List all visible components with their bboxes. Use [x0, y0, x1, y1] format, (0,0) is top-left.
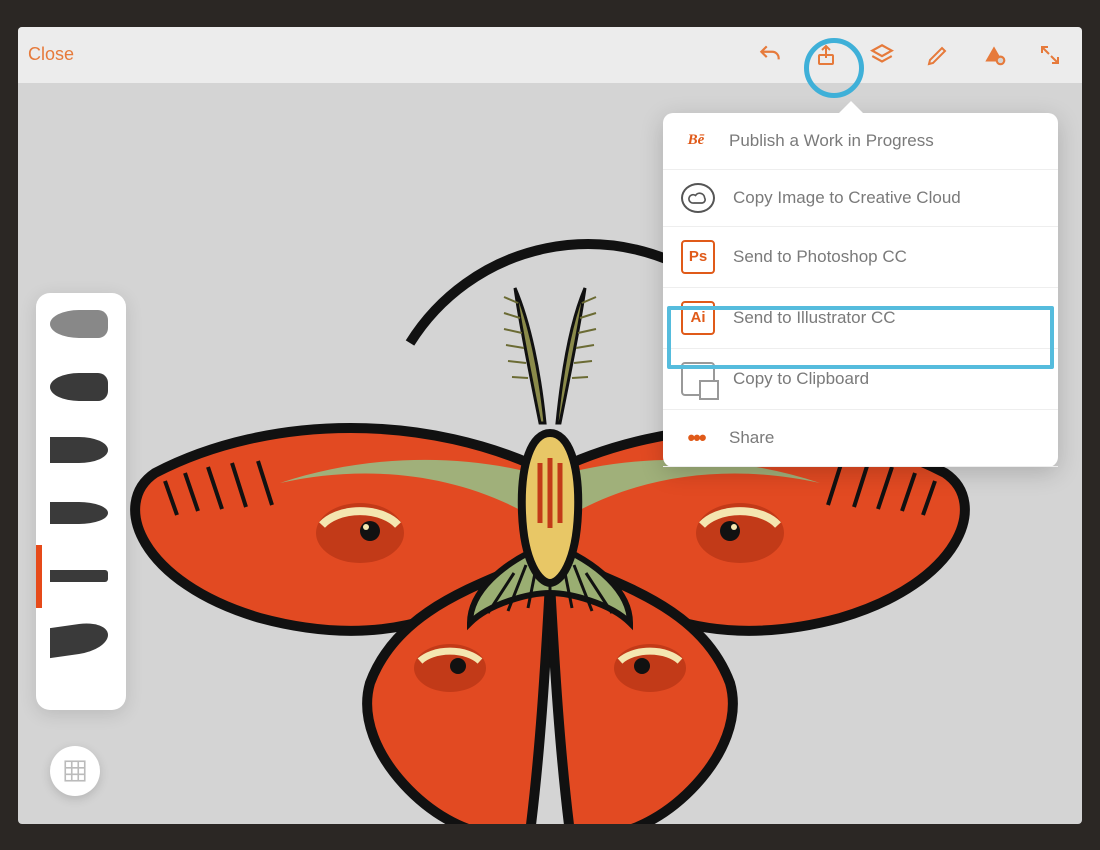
brush-tip-icon	[50, 620, 108, 658]
brush-chisel[interactable]	[36, 608, 126, 671]
fullscreen-icon[interactable]	[1036, 41, 1064, 69]
brush-taper-2[interactable]	[36, 482, 126, 545]
menu-item-share-more[interactable]: ••• Share	[663, 410, 1058, 467]
share-menu: Bē Publish a Work in Progress Copy Image…	[663, 113, 1058, 467]
menu-item-creative-cloud[interactable]: Copy Image to Creative Cloud	[663, 170, 1058, 227]
brush-tip-icon	[50, 570, 108, 582]
brush-tip-icon	[50, 373, 108, 401]
brush-marker[interactable]	[36, 545, 126, 608]
more-icon: •••	[681, 423, 711, 453]
photoshop-icon: Ps	[681, 240, 715, 274]
menu-item-label: Copy to Clipboard	[733, 369, 869, 389]
creative-cloud-icon	[681, 183, 715, 213]
undo-icon[interactable]	[756, 41, 784, 69]
grid-button[interactable]	[50, 746, 100, 796]
menu-item-label: Publish a Work in Progress	[729, 131, 934, 151]
active-brush-indicator	[36, 545, 42, 608]
menu-item-illustrator[interactable]: Ai Send to Illustrator CC	[663, 288, 1058, 349]
menu-item-label: Send to Photoshop CC	[733, 247, 907, 267]
toolbar-right	[756, 41, 1064, 69]
brush-taper-1[interactable]	[36, 419, 126, 482]
brush-tip-icon	[50, 502, 108, 524]
menu-item-label: Copy Image to Creative Cloud	[733, 188, 961, 208]
brush-palette	[36, 293, 126, 710]
top-bar: Close	[18, 27, 1082, 83]
layers-icon[interactable]	[868, 41, 896, 69]
behance-icon: Bē	[681, 126, 711, 156]
grid-icon	[62, 758, 88, 784]
app-window: Close Bē Publish a Wo	[18, 27, 1082, 824]
menu-item-label: Share	[729, 428, 774, 448]
brush-round-soft[interactable]	[36, 293, 126, 356]
clipboard-icon	[681, 362, 715, 396]
menu-item-clipboard[interactable]: Copy to Clipboard	[663, 349, 1058, 410]
brush-tip-icon	[50, 437, 108, 463]
brush-round-hard[interactable]	[36, 356, 126, 419]
close-button[interactable]: Close	[28, 44, 74, 65]
menu-item-label: Send to Illustrator CC	[733, 308, 896, 328]
shapes-icon[interactable]	[980, 41, 1008, 69]
menu-item-photoshop[interactable]: Ps Send to Photoshop CC	[663, 227, 1058, 288]
menu-item-behance[interactable]: Bē Publish a Work in Progress	[663, 113, 1058, 170]
share-icon[interactable]	[812, 41, 840, 69]
brush-tip-icon	[50, 310, 108, 338]
draw-icon[interactable]	[924, 41, 952, 69]
illustrator-icon: Ai	[681, 301, 715, 335]
